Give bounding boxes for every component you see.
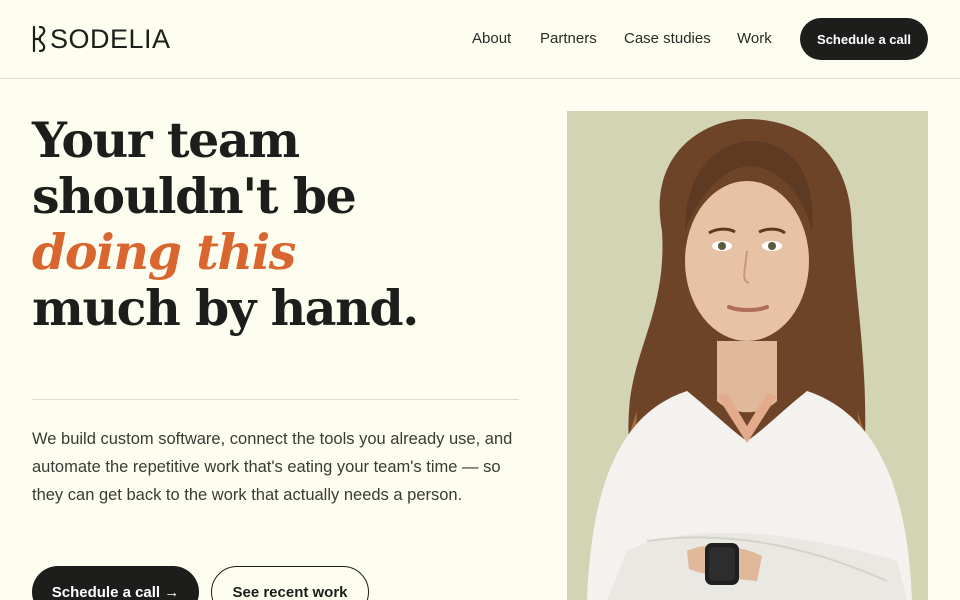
hero-description: We build custom software, connect the to… xyxy=(32,430,513,504)
nav-case-studies[interactable]: Case studies xyxy=(624,30,711,48)
hero-portrait-image xyxy=(567,111,928,600)
headline-line-2: shouldn't be xyxy=(32,167,357,225)
schedule-call-button[interactable]: Schedule a call → xyxy=(32,566,199,600)
see-recent-work-button[interactable]: See recent work xyxy=(211,566,369,600)
header-schedule-call-button[interactable]: Schedule a call xyxy=(800,18,928,60)
headline-line-4: much by hand. xyxy=(32,279,419,337)
nav-partners[interactable]: Partners xyxy=(540,30,597,48)
headline-accent: doing this xyxy=(32,223,296,281)
hero-headline: Your team shouldn't be doing this much b… xyxy=(32,112,532,336)
main-nav: About Partners Case studies Work Schedul… xyxy=(0,0,960,78)
portrait-icon xyxy=(567,111,928,600)
nav-work[interactable]: Work xyxy=(737,30,772,48)
nav-about[interactable]: About xyxy=(472,30,511,48)
hero-divider xyxy=(32,399,519,400)
headline-line-1: Your team xyxy=(32,111,300,169)
site-header: SODELIA About Partners Case studies Work… xyxy=(0,0,960,79)
